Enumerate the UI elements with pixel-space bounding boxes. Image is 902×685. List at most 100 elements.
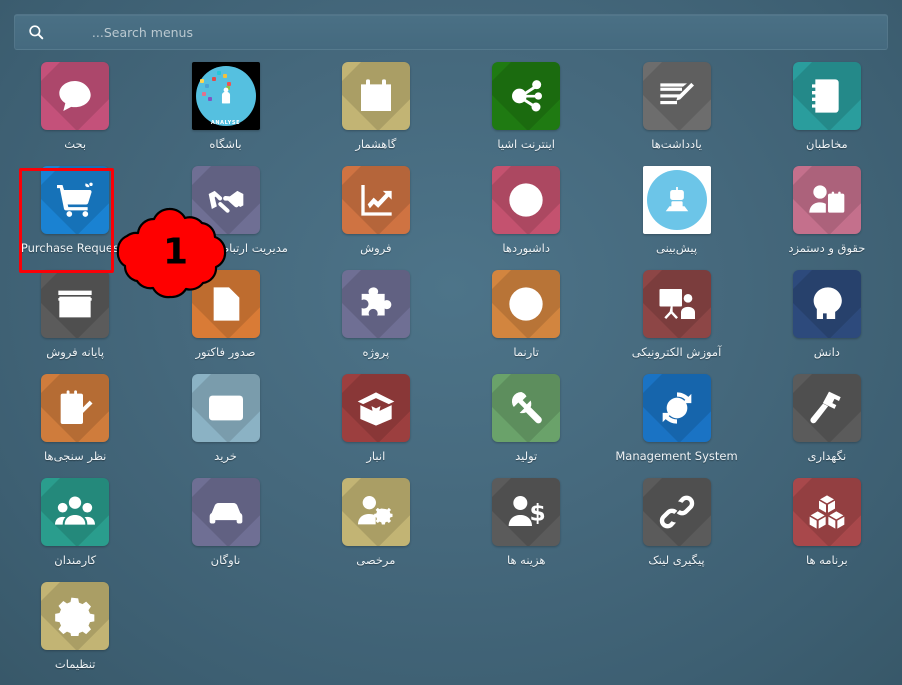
menu-item[interactable]: مرخصی bbox=[301, 478, 451, 582]
employees-group-icon[interactable] bbox=[41, 478, 110, 546]
menu-item-label: پروژه bbox=[362, 345, 390, 359]
menu-item-label: انبار bbox=[366, 449, 386, 463]
menu-item[interactable]: بحث bbox=[0, 62, 150, 166]
menu-item-label: Management System bbox=[615, 449, 738, 463]
wrench-manufacturing-icon[interactable] bbox=[492, 374, 561, 442]
menu-item[interactable]: مخاطبان bbox=[752, 62, 902, 166]
sales-chart-up-icon[interactable] bbox=[341, 166, 410, 234]
clipboard-survey-icon[interactable] bbox=[41, 374, 110, 442]
menu-item[interactable]: $ هزینه ها bbox=[451, 478, 601, 582]
annotation-marker-label: 1 bbox=[162, 230, 189, 272]
notes-edit-icon[interactable] bbox=[642, 62, 711, 130]
robot-forecast-photo-icon[interactable] bbox=[642, 166, 711, 234]
menu-item-label: پایانه فروش bbox=[46, 345, 105, 359]
credit-card-purchase-icon[interactable] bbox=[191, 374, 260, 442]
menu-item-label: هزینه ها bbox=[506, 553, 546, 567]
menu-cell-empty bbox=[451, 582, 601, 685]
menu-item[interactable]: دانش bbox=[752, 270, 902, 374]
shopping-cart-icon[interactable] bbox=[41, 166, 110, 234]
search-input[interactable] bbox=[53, 24, 193, 40]
menu-item-label: حقوق و دستمزد bbox=[788, 241, 866, 255]
brain-gears-icon[interactable] bbox=[792, 270, 861, 338]
menu-item[interactable]: گاهشمار bbox=[301, 62, 451, 166]
menu-item-label: صدور فاکتور bbox=[195, 345, 256, 359]
menu-cell-empty bbox=[601, 582, 751, 685]
dashboard-gauge-icon[interactable] bbox=[492, 166, 561, 234]
menu-item-label: آموزش الکترونیکی bbox=[631, 345, 722, 359]
gear-settings-icon[interactable] bbox=[41, 582, 110, 650]
robot-photo-circle bbox=[646, 170, 707, 230]
svg-text:$: $ bbox=[530, 498, 546, 526]
car-fleet-icon[interactable] bbox=[191, 478, 260, 546]
menu-item[interactable]: آموزش الکترونیکی bbox=[601, 270, 751, 374]
menu-item-label: خرید bbox=[214, 449, 237, 463]
check-cycle-icon[interactable] bbox=[642, 374, 711, 442]
menu-item[interactable]: ناوگان bbox=[150, 478, 300, 582]
club-photo-circle bbox=[195, 66, 256, 126]
puzzle-project-icon[interactable] bbox=[341, 270, 410, 338]
menu-cell-empty bbox=[301, 582, 451, 685]
menu-item-label: تولید bbox=[515, 449, 538, 463]
menu-item-label: نظر سنجی‌ها bbox=[44, 449, 107, 463]
menu-item[interactable]: برنامه ها bbox=[752, 478, 902, 582]
contacts-icon[interactable] bbox=[792, 62, 861, 130]
menu-item[interactable]: پروژه bbox=[301, 270, 451, 374]
menu-item[interactable]: کارمندان bbox=[0, 478, 150, 582]
globe-website-icon[interactable] bbox=[492, 270, 561, 338]
menu-item[interactable]: داشبوردها bbox=[451, 166, 601, 270]
cubes-apps-icon[interactable] bbox=[792, 478, 861, 546]
menu-item-label: داشبوردها bbox=[502, 241, 550, 255]
club-analyse-label: ANALYSE bbox=[210, 120, 241, 126]
menu-item-label: تنظیمات bbox=[54, 657, 96, 671]
menu-item-label: کارمندان bbox=[54, 553, 97, 567]
menu-item-label: برنامه ها bbox=[805, 553, 848, 567]
menu-item-label: دانش bbox=[813, 345, 840, 359]
elearning-board-icon[interactable] bbox=[642, 270, 711, 338]
menu-item-label: گاهشمار bbox=[355, 137, 397, 151]
menu-cell-empty bbox=[752, 582, 902, 685]
menu-item-label: ناوگان bbox=[210, 553, 241, 567]
menu-item-label: فروش bbox=[360, 241, 392, 255]
user-expense-icon[interactable]: $ bbox=[492, 478, 561, 546]
menu-item-label: مخاطبان bbox=[806, 137, 848, 151]
calendar-icon[interactable] bbox=[341, 62, 410, 130]
menu-item[interactable]: نظر سنجی‌ها bbox=[0, 374, 150, 478]
menu-item-label: نگهداری bbox=[807, 449, 847, 463]
club-analysis-photo-icon[interactable]: ANALYSE bbox=[191, 62, 260, 130]
svg-text:$: $ bbox=[831, 197, 840, 212]
menu-item-label: تارنما bbox=[513, 345, 539, 359]
menu-item[interactable]: انبار bbox=[301, 374, 451, 478]
iot-share-icon[interactable] bbox=[492, 62, 561, 130]
menu-item[interactable]: خرید bbox=[150, 374, 300, 478]
annotation-marker-1: 1 bbox=[108, 205, 243, 300]
menu-item[interactable]: تنظیمات bbox=[0, 582, 150, 685]
menu-item-label: اینترنت اشیا bbox=[497, 137, 555, 151]
link-chain-icon[interactable] bbox=[642, 478, 711, 546]
menu-item-label: مرخصی bbox=[356, 553, 396, 567]
menu-item[interactable]: اینترنت اشیا bbox=[451, 62, 601, 166]
menu-item-label: باشگاه bbox=[209, 137, 242, 151]
open-box-inventory-icon[interactable] bbox=[341, 374, 410, 442]
menu-item-label: یادداشت‌ها bbox=[651, 137, 702, 151]
menu-cell-empty bbox=[150, 582, 300, 685]
menu-item[interactable]: تولید bbox=[451, 374, 601, 478]
menu-item[interactable]: $ حقوق و دستمزد bbox=[752, 166, 902, 270]
menu-item[interactable]: نگهداری bbox=[752, 374, 902, 478]
search-bar[interactable] bbox=[14, 14, 888, 50]
menu-item[interactable]: ANALYSE باشگاه bbox=[150, 62, 300, 166]
menu-item-label: بحث bbox=[64, 137, 87, 151]
menu-item[interactable]: Management System bbox=[601, 374, 751, 478]
menu-item-label: پیش‌بینی bbox=[655, 241, 698, 255]
menu-item[interactable]: پیش‌بینی bbox=[601, 166, 751, 270]
chat-bubble-icon[interactable] bbox=[41, 62, 110, 130]
menu-item[interactable]: یادداشت‌ها bbox=[601, 62, 751, 166]
search-icon[interactable] bbox=[27, 23, 45, 41]
menu-item-label: پیگیری لینک bbox=[648, 553, 705, 567]
user-gear-leave-icon[interactable] bbox=[341, 478, 410, 546]
menu-item[interactable]: پیگیری لینک bbox=[601, 478, 751, 582]
payroll-user-money-icon[interactable]: $ bbox=[792, 166, 861, 234]
storefront-pos-icon[interactable] bbox=[41, 270, 110, 338]
hammer-maintenance-icon[interactable] bbox=[792, 374, 861, 442]
menu-item[interactable]: فروش bbox=[301, 166, 451, 270]
menu-item[interactable]: تارنما bbox=[451, 270, 601, 374]
